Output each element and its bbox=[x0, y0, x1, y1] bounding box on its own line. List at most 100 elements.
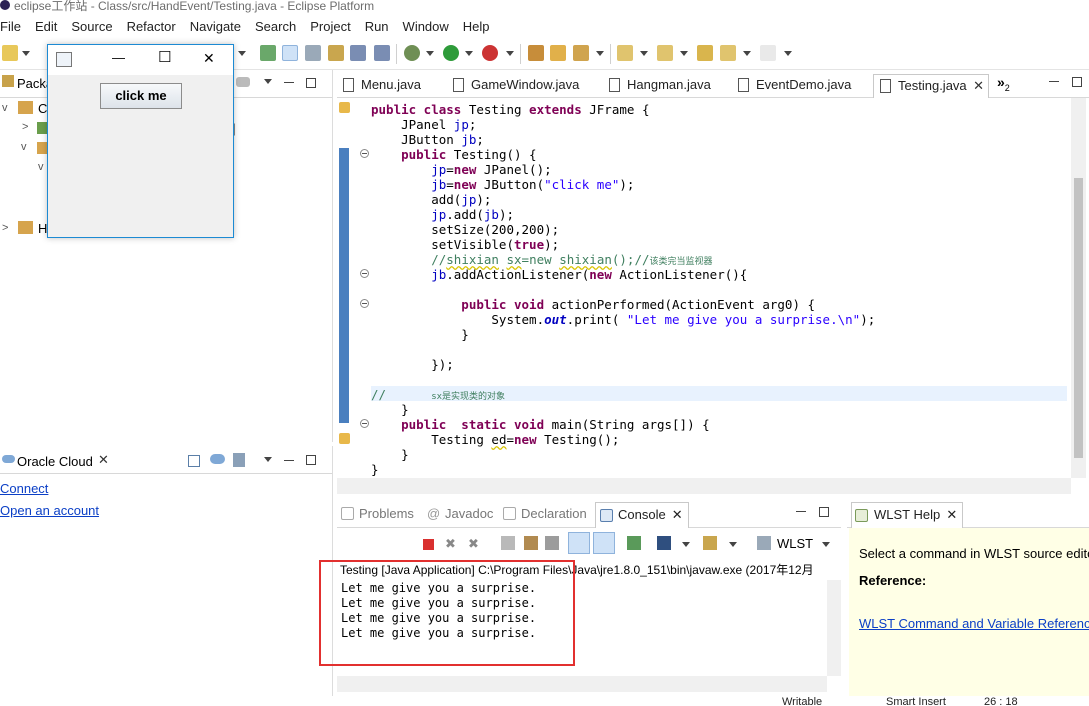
wlst-dropdown-icon[interactable] bbox=[822, 542, 830, 547]
back-dropdown-icon[interactable] bbox=[743, 51, 751, 56]
link-icon[interactable] bbox=[233, 453, 245, 467]
tab-gamewindow-java[interactable]: GameWindow.java bbox=[447, 74, 607, 98]
fold-toggle-icon[interactable] bbox=[360, 299, 369, 308]
clear-console-icon[interactable] bbox=[501, 536, 515, 550]
remove-all-icon[interactable]: ✖ bbox=[468, 536, 479, 552]
view-menu-icon[interactable] bbox=[264, 457, 272, 462]
collapse-all-icon[interactable] bbox=[236, 77, 250, 87]
maximize-icon[interactable] bbox=[306, 78, 316, 88]
maximize-icon[interactable] bbox=[819, 507, 829, 517]
collapse-arrow-icon[interactable]: v bbox=[38, 161, 44, 173]
wlst-label[interactable]: WLST bbox=[777, 536, 813, 551]
close-window-button[interactable]: ✕ bbox=[203, 50, 215, 67]
menu-window[interactable]: Window bbox=[396, 19, 456, 34]
editor-horizontal-scrollbar[interactable] bbox=[337, 478, 1071, 494]
fold-toggle-icon[interactable] bbox=[360, 419, 369, 428]
project-label[interactable]: H bbox=[38, 221, 47, 236]
word-wrap-icon[interactable] bbox=[545, 536, 559, 550]
run-dropdown-icon[interactable] bbox=[465, 51, 473, 56]
external-tools-icon[interactable] bbox=[482, 45, 498, 61]
menu-navigate[interactable]: Navigate bbox=[183, 19, 248, 34]
tab-javadoc[interactable]: @ Javadoc bbox=[427, 506, 493, 521]
show-stdout-icon[interactable] bbox=[568, 532, 590, 554]
wlst-reference-link[interactable]: WLST Command and Variable Reference bbox=[859, 616, 1089, 631]
expand-arrow-icon[interactable]: > bbox=[2, 222, 8, 234]
tab-wlst-help[interactable]: WLST Help ✕ bbox=[851, 502, 964, 528]
remove-launch-icon[interactable]: ✖ bbox=[445, 536, 456, 552]
minimize-window-button[interactable]: — bbox=[112, 50, 125, 65]
display-dropdown-icon[interactable] bbox=[682, 542, 690, 547]
menu-refactor[interactable]: Refactor bbox=[120, 19, 183, 34]
external-dropdown-icon[interactable] bbox=[506, 51, 514, 56]
next-annotation-dropdown-icon[interactable] bbox=[640, 51, 648, 56]
debug-icon[interactable] bbox=[404, 45, 420, 61]
wlst-icon[interactable] bbox=[757, 536, 771, 550]
forward-dropdown-icon[interactable] bbox=[784, 51, 792, 56]
show-stderr-icon[interactable] bbox=[593, 532, 615, 554]
menu-project[interactable]: Project bbox=[303, 19, 357, 34]
tab-eventdemo-java[interactable]: EventDemo.java bbox=[732, 74, 872, 98]
back-icon[interactable] bbox=[720, 45, 736, 61]
tab-problems[interactable]: Problems bbox=[341, 506, 414, 521]
collapse-icon[interactable] bbox=[188, 455, 200, 467]
menu-file[interactable]: File bbox=[0, 19, 28, 34]
menu-edit[interactable]: Edit bbox=[28, 19, 64, 34]
previous-annotation-dropdown-icon[interactable] bbox=[680, 51, 688, 56]
view-menu-icon[interactable] bbox=[264, 79, 272, 84]
tab-hangman-java[interactable]: Hangman.java bbox=[603, 74, 733, 98]
split-icon[interactable] bbox=[374, 45, 390, 61]
collapse-arrow-icon[interactable]: v bbox=[21, 141, 27, 153]
display-console-icon[interactable] bbox=[657, 536, 671, 550]
new-java-package-icon[interactable] bbox=[528, 45, 544, 61]
highlight-icon[interactable] bbox=[282, 45, 298, 61]
tab-overflow-icon[interactable]: »2 bbox=[997, 74, 1010, 93]
minimize-icon[interactable] bbox=[284, 82, 294, 83]
close-icon[interactable]: ✕ bbox=[946, 503, 957, 527]
run-icon[interactable] bbox=[443, 45, 459, 61]
forward-icon[interactable] bbox=[760, 45, 776, 61]
maximize-window-button[interactable]: ☐ bbox=[158, 48, 171, 66]
code-area[interactable]: public class Testing extends JFrame { JP… bbox=[337, 98, 1089, 478]
open-console-icon[interactable] bbox=[703, 536, 717, 550]
menu-run[interactable]: Run bbox=[358, 19, 396, 34]
fold-toggle-icon[interactable] bbox=[360, 149, 369, 158]
debug-dropdown-icon[interactable] bbox=[426, 51, 434, 56]
bookmark-icon[interactable] bbox=[328, 45, 344, 61]
console-horizontal-scrollbar[interactable] bbox=[337, 676, 827, 692]
layout-icon[interactable] bbox=[350, 45, 366, 61]
new-icon[interactable] bbox=[2, 45, 18, 61]
minimize-icon[interactable] bbox=[1049, 81, 1059, 82]
open-account-link[interactable]: Open an account bbox=[0, 503, 99, 518]
click-me-button[interactable]: click me bbox=[100, 83, 182, 109]
connect-link[interactable]: Connect bbox=[0, 481, 48, 496]
tab-menu-java[interactable]: Menu.java bbox=[337, 74, 449, 98]
new-dropdown-icon[interactable] bbox=[22, 51, 30, 56]
terminate-icon[interactable] bbox=[423, 539, 434, 550]
close-icon[interactable]: ✕ bbox=[672, 503, 683, 527]
menu-help[interactable]: Help bbox=[456, 19, 497, 34]
close-icon[interactable]: ✕ bbox=[98, 452, 109, 468]
oracle-cloud-tab[interactable]: Oracle Cloud bbox=[17, 454, 93, 469]
add-cloud-icon[interactable] bbox=[210, 454, 225, 464]
editor-vertical-scrollbar[interactable] bbox=[1071, 98, 1086, 478]
open-type-icon[interactable] bbox=[550, 45, 566, 61]
minimize-icon[interactable] bbox=[284, 460, 294, 461]
scroll-thumb[interactable] bbox=[1074, 178, 1083, 458]
console-vertical-scrollbar[interactable] bbox=[827, 580, 841, 676]
next-annotation-icon[interactable] bbox=[617, 45, 633, 61]
minimize-icon[interactable] bbox=[796, 511, 806, 512]
pin-console-icon[interactable] bbox=[627, 536, 641, 550]
maximize-icon[interactable] bbox=[1072, 77, 1082, 87]
save-dropdown-icon[interactable] bbox=[238, 51, 246, 56]
open-console-icon[interactable] bbox=[305, 45, 321, 61]
search-dropdown-icon[interactable] bbox=[596, 51, 604, 56]
close-icon[interactable]: ✕ bbox=[973, 75, 984, 97]
last-edit-icon[interactable] bbox=[697, 45, 713, 61]
expand-arrow-icon[interactable]: > bbox=[22, 121, 28, 133]
scroll-lock-icon[interactable] bbox=[524, 536, 538, 550]
previous-annotation-icon[interactable] bbox=[657, 45, 673, 61]
debug-perspective-icon[interactable] bbox=[260, 45, 276, 61]
search-icon[interactable] bbox=[573, 45, 589, 61]
open-console-dropdown-icon[interactable] bbox=[729, 542, 737, 547]
fold-toggle-icon[interactable] bbox=[360, 269, 369, 278]
